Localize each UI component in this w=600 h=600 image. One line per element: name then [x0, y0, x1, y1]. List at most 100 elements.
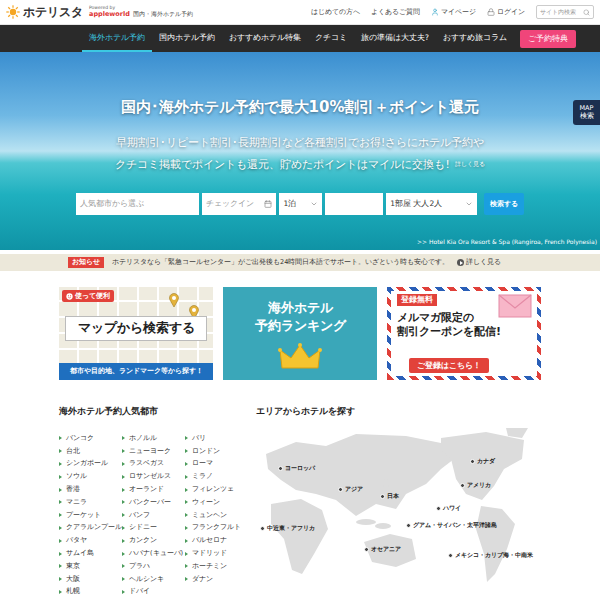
hero: 国内･海外ホテル予約で最大10%割引＋ポイント還元早期割引･リピート割引･長期割…	[0, 52, 600, 250]
map-tab-label: MAP	[580, 104, 594, 112]
pin-dot-icon	[436, 506, 441, 511]
city-link[interactable]: ミュンヘン	[185, 509, 248, 522]
map-search-tab[interactable]: MAP検索	[573, 100, 600, 125]
area-pin[interactable]: ハワイ	[436, 504, 461, 513]
city-link[interactable]: ローマ	[185, 458, 248, 471]
smile-icon	[66, 293, 73, 300]
map-search-banner[interactable]: 使って便利マップから検索する都市や目的地、ランドマーク等から探す！	[59, 287, 213, 380]
city-link[interactable]: ソウル	[59, 470, 122, 483]
area-pin[interactable]: メキシコ・カリブ海・中南米	[448, 551, 533, 560]
city-link[interactable]: ロサンゼルス	[122, 470, 185, 483]
header-link[interactable]: はじめての方へ	[311, 7, 360, 17]
user-icon	[431, 8, 439, 16]
city-link[interactable]: 札幌	[59, 586, 122, 599]
header-link[interactable]: マイページ	[431, 7, 476, 17]
header: ホテリスタPowered byappleworld国内・海外ホテル予約 はじめての…	[0, 0, 600, 25]
search-button[interactable]: 検索する	[484, 193, 524, 215]
nav-item[interactable]: 海外ホテル予約	[82, 25, 152, 52]
area-pin[interactable]: 日本	[380, 492, 399, 501]
section-title: 海外ホテル予約人気都市	[59, 406, 249, 418]
city-link[interactable]: ミラノ	[185, 470, 248, 483]
logo[interactable]: ホテリスタPowered byappleworld国内・海外ホテル予約	[6, 4, 193, 21]
city-link[interactable]: ドバイ	[122, 586, 185, 599]
hero-more-link[interactable]: 詳しく見る	[455, 153, 485, 175]
mail-magazine-banner[interactable]: 登録無料メルマガ限定の割引クーポンを配信!ご登録はこちら！	[387, 287, 541, 380]
city-link[interactable]: 東京	[59, 560, 122, 573]
city-link[interactable]: 香港	[59, 483, 122, 496]
city-link[interactable]: ウィーン	[185, 496, 248, 509]
nights-select[interactable]: 1泊	[279, 193, 321, 215]
area-pin[interactable]: アジア	[338, 485, 363, 494]
notice-label: お知らせ	[68, 257, 104, 268]
city-link[interactable]: バルセロナ	[185, 534, 248, 547]
site-search[interactable]: サイト内検索	[536, 5, 594, 19]
city-link[interactable]: プーケット	[59, 509, 122, 522]
guests-select[interactable]: 1部屋 大人2人	[386, 193, 477, 215]
notice-more-link[interactable]: 詳しく見る	[457, 258, 501, 267]
city-link[interactable]: フィレンツェ	[185, 483, 248, 496]
reservation-perk-button[interactable]: ご予約特典	[520, 30, 576, 48]
notice-text: ホテリスタなら「緊急コールセンター」がご出発後も24時間日本語でサポート。いざと…	[112, 258, 449, 267]
city-column: バンコク台北シンガポールソウル香港マニラプーケットクアラルンプールパタヤサムイ島…	[59, 432, 122, 598]
city-link[interactable]: バンクーバー	[122, 496, 185, 509]
photo-caption[interactable]: >> Hotel Kia Ora Resort & Spa (Rangiroa,…	[417, 238, 597, 245]
city-link[interactable]: ハバナ(キューバ)	[122, 547, 185, 560]
area-pin[interactable]: 中近東・アフリカ	[260, 524, 315, 533]
city-link[interactable]: シンガポール	[59, 458, 122, 471]
main-nav: 海外ホテル予約国内ホテル予約おすすめホテル特集クチコミ旅の準備は大丈夫?おすすめ…	[0, 25, 600, 52]
hero-subtitle-line: 早期割引･リピート割引･長期割引など各種割引でお得!さらにホテル予約や	[116, 131, 484, 153]
city-link[interactable]: 台北	[59, 445, 122, 458]
header-link[interactable]: よくあるご質問	[371, 7, 420, 17]
city-link[interactable]: プラハ	[122, 560, 185, 573]
city-link[interactable]: ロンドン	[185, 445, 248, 458]
envelope-icon	[498, 294, 532, 318]
city-link[interactable]: フランクフルト	[185, 522, 248, 535]
area-pin[interactable]: アメリカ	[460, 481, 491, 490]
destination-field[interactable]: 人気都市から選ぶ	[76, 193, 199, 215]
map-banner-title: マップから検索する	[65, 316, 207, 341]
sun-logo-icon	[6, 5, 20, 19]
city-link[interactable]: オーランド	[122, 483, 185, 496]
area-pin[interactable]: カナダ	[470, 457, 495, 466]
chevron-down-icon	[465, 200, 473, 208]
city-link[interactable]: バンフ	[122, 509, 185, 522]
city-link[interactable]: バンコク	[59, 432, 122, 445]
city-link[interactable]: ダナン	[185, 573, 248, 586]
city-link[interactable]: カンクン	[122, 534, 185, 547]
checkout-field[interactable]	[325, 193, 384, 215]
pin-dot-icon	[448, 553, 453, 558]
nav-item[interactable]: おすすめホテル特集	[222, 25, 308, 52]
city-link[interactable]: マニラ	[59, 496, 122, 509]
nav-item[interactable]: クチコミ	[308, 25, 354, 52]
city-link[interactable]: ホノルル	[122, 432, 185, 445]
calendar-icon	[264, 200, 272, 208]
pin-dot-icon	[338, 487, 343, 492]
city-link[interactable]: ラスベガス	[122, 458, 185, 471]
city-link[interactable]: 大阪	[59, 573, 122, 586]
city-link[interactable]: シドニー	[122, 522, 185, 535]
area-pin[interactable]: グアム・サイパン・太平洋諸島	[406, 521, 497, 530]
register-button[interactable]: ご登録はこちら！	[409, 358, 489, 373]
city-link[interactable]: マドリッド	[185, 547, 248, 560]
nav-item[interactable]: 国内ホテル予約	[152, 25, 222, 52]
header-link[interactable]: ログイン	[487, 7, 525, 17]
city-link[interactable]: パリ	[185, 432, 248, 445]
hero-title: 国内･海外ホテル予約で最大10%割引＋ポイント還元	[121, 98, 480, 117]
area-pin[interactable]: オセアニア	[364, 545, 401, 554]
nav-item[interactable]: 旅の準備は大丈夫?	[354, 25, 436, 52]
city-link[interactable]: クアラルンプール	[59, 522, 122, 535]
city-link[interactable]: サムイ島	[59, 547, 122, 560]
city-link[interactable]: パタヤ	[59, 534, 122, 547]
city-link[interactable]: ホーチミン	[185, 560, 248, 573]
area-pin[interactable]: ヨーロッパ	[278, 464, 315, 473]
mail-title-line: 割引クーポンを配信!	[397, 325, 531, 339]
pin-dot-icon	[364, 547, 369, 552]
city-link[interactable]: ヘルシンキ	[122, 573, 185, 586]
nav-item[interactable]: おすすめ旅コラム	[436, 25, 514, 52]
brand-name: appleworld	[89, 11, 130, 18]
ranking-banner[interactable]: 海外ホテル予約ランキング	[223, 287, 377, 380]
notice-bar: お知らせホテリスタなら「緊急コールセンター」がご出発後も24時間日本語でサポート…	[0, 254, 600, 271]
checkin-field[interactable]: チェックイン	[202, 193, 277, 215]
city-link[interactable]: ニューヨーク	[122, 445, 185, 458]
crown-icon	[278, 342, 322, 372]
